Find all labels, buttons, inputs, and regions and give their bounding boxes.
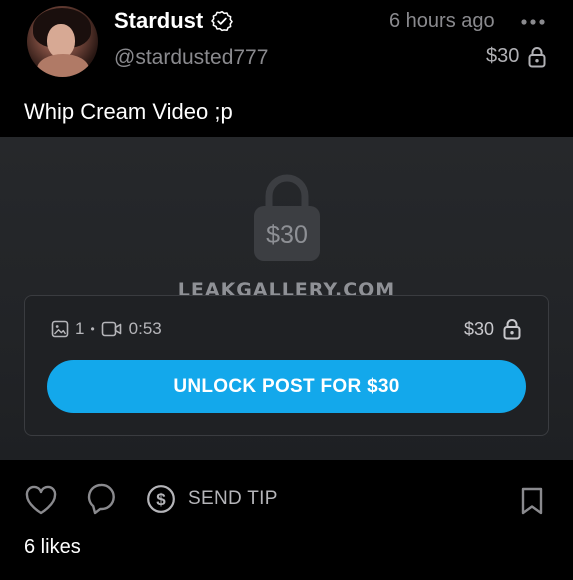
card-price: $30 [464,318,522,340]
locked-content-lock-icon: $30 [254,174,320,261]
image-count: 1 [75,319,85,338]
dollar-icon: $ [147,485,175,513]
like-heart-icon[interactable] [24,484,58,516]
username[interactable]: @stardusted777 [114,46,268,70]
count-separator: • [90,322,95,336]
send-tip-label: SEND TIP [188,488,278,509]
video-duration: 0:53 [128,319,162,338]
avatar-body [37,54,89,77]
unlock-card: 1 • 0:53 $30 UNLOCK POST FOR $30 [24,295,549,436]
unlock-post-button[interactable]: UNLOCK POST FOR $30 [47,360,526,413]
post-header: Stardust @stardusted777 6 hours ago $30 [0,0,573,92]
post-actions: $ SEND TIP [0,470,573,530]
post-price-label: $30 [486,45,520,67]
post-caption: Whip Cream Video ;p [24,99,233,124]
send-tip-button[interactable]: $ SEND TIP [146,484,278,514]
image-icon [51,320,69,338]
card-price-label: $30 [463,318,494,339]
lock-icon [528,46,546,67]
lock-price-label: $30 [266,221,308,249]
bookmark-icon[interactable] [520,486,544,516]
likes-count[interactable]: 6 likes [24,536,81,559]
comment-icon[interactable] [86,482,116,516]
display-name[interactable]: Stardust [114,8,203,34]
svg-text:$: $ [156,490,166,509]
post-timestamp: 6 hours ago [389,10,495,32]
media-counts: 1 • 0:53 [51,319,162,339]
post-price: $30 [486,45,547,68]
avatar[interactable] [27,6,98,77]
avatar-face [47,24,75,58]
name-row: Stardust [114,8,234,34]
locked-media-area[interactable]: $30 LEAKGALLERY.COM 1 • 0:53 $30 UNLOCK … [0,137,573,460]
video-icon [101,321,121,337]
verified-badge-icon [211,10,234,32]
more-options-icon[interactable] [520,12,546,32]
lock-icon [503,319,521,340]
